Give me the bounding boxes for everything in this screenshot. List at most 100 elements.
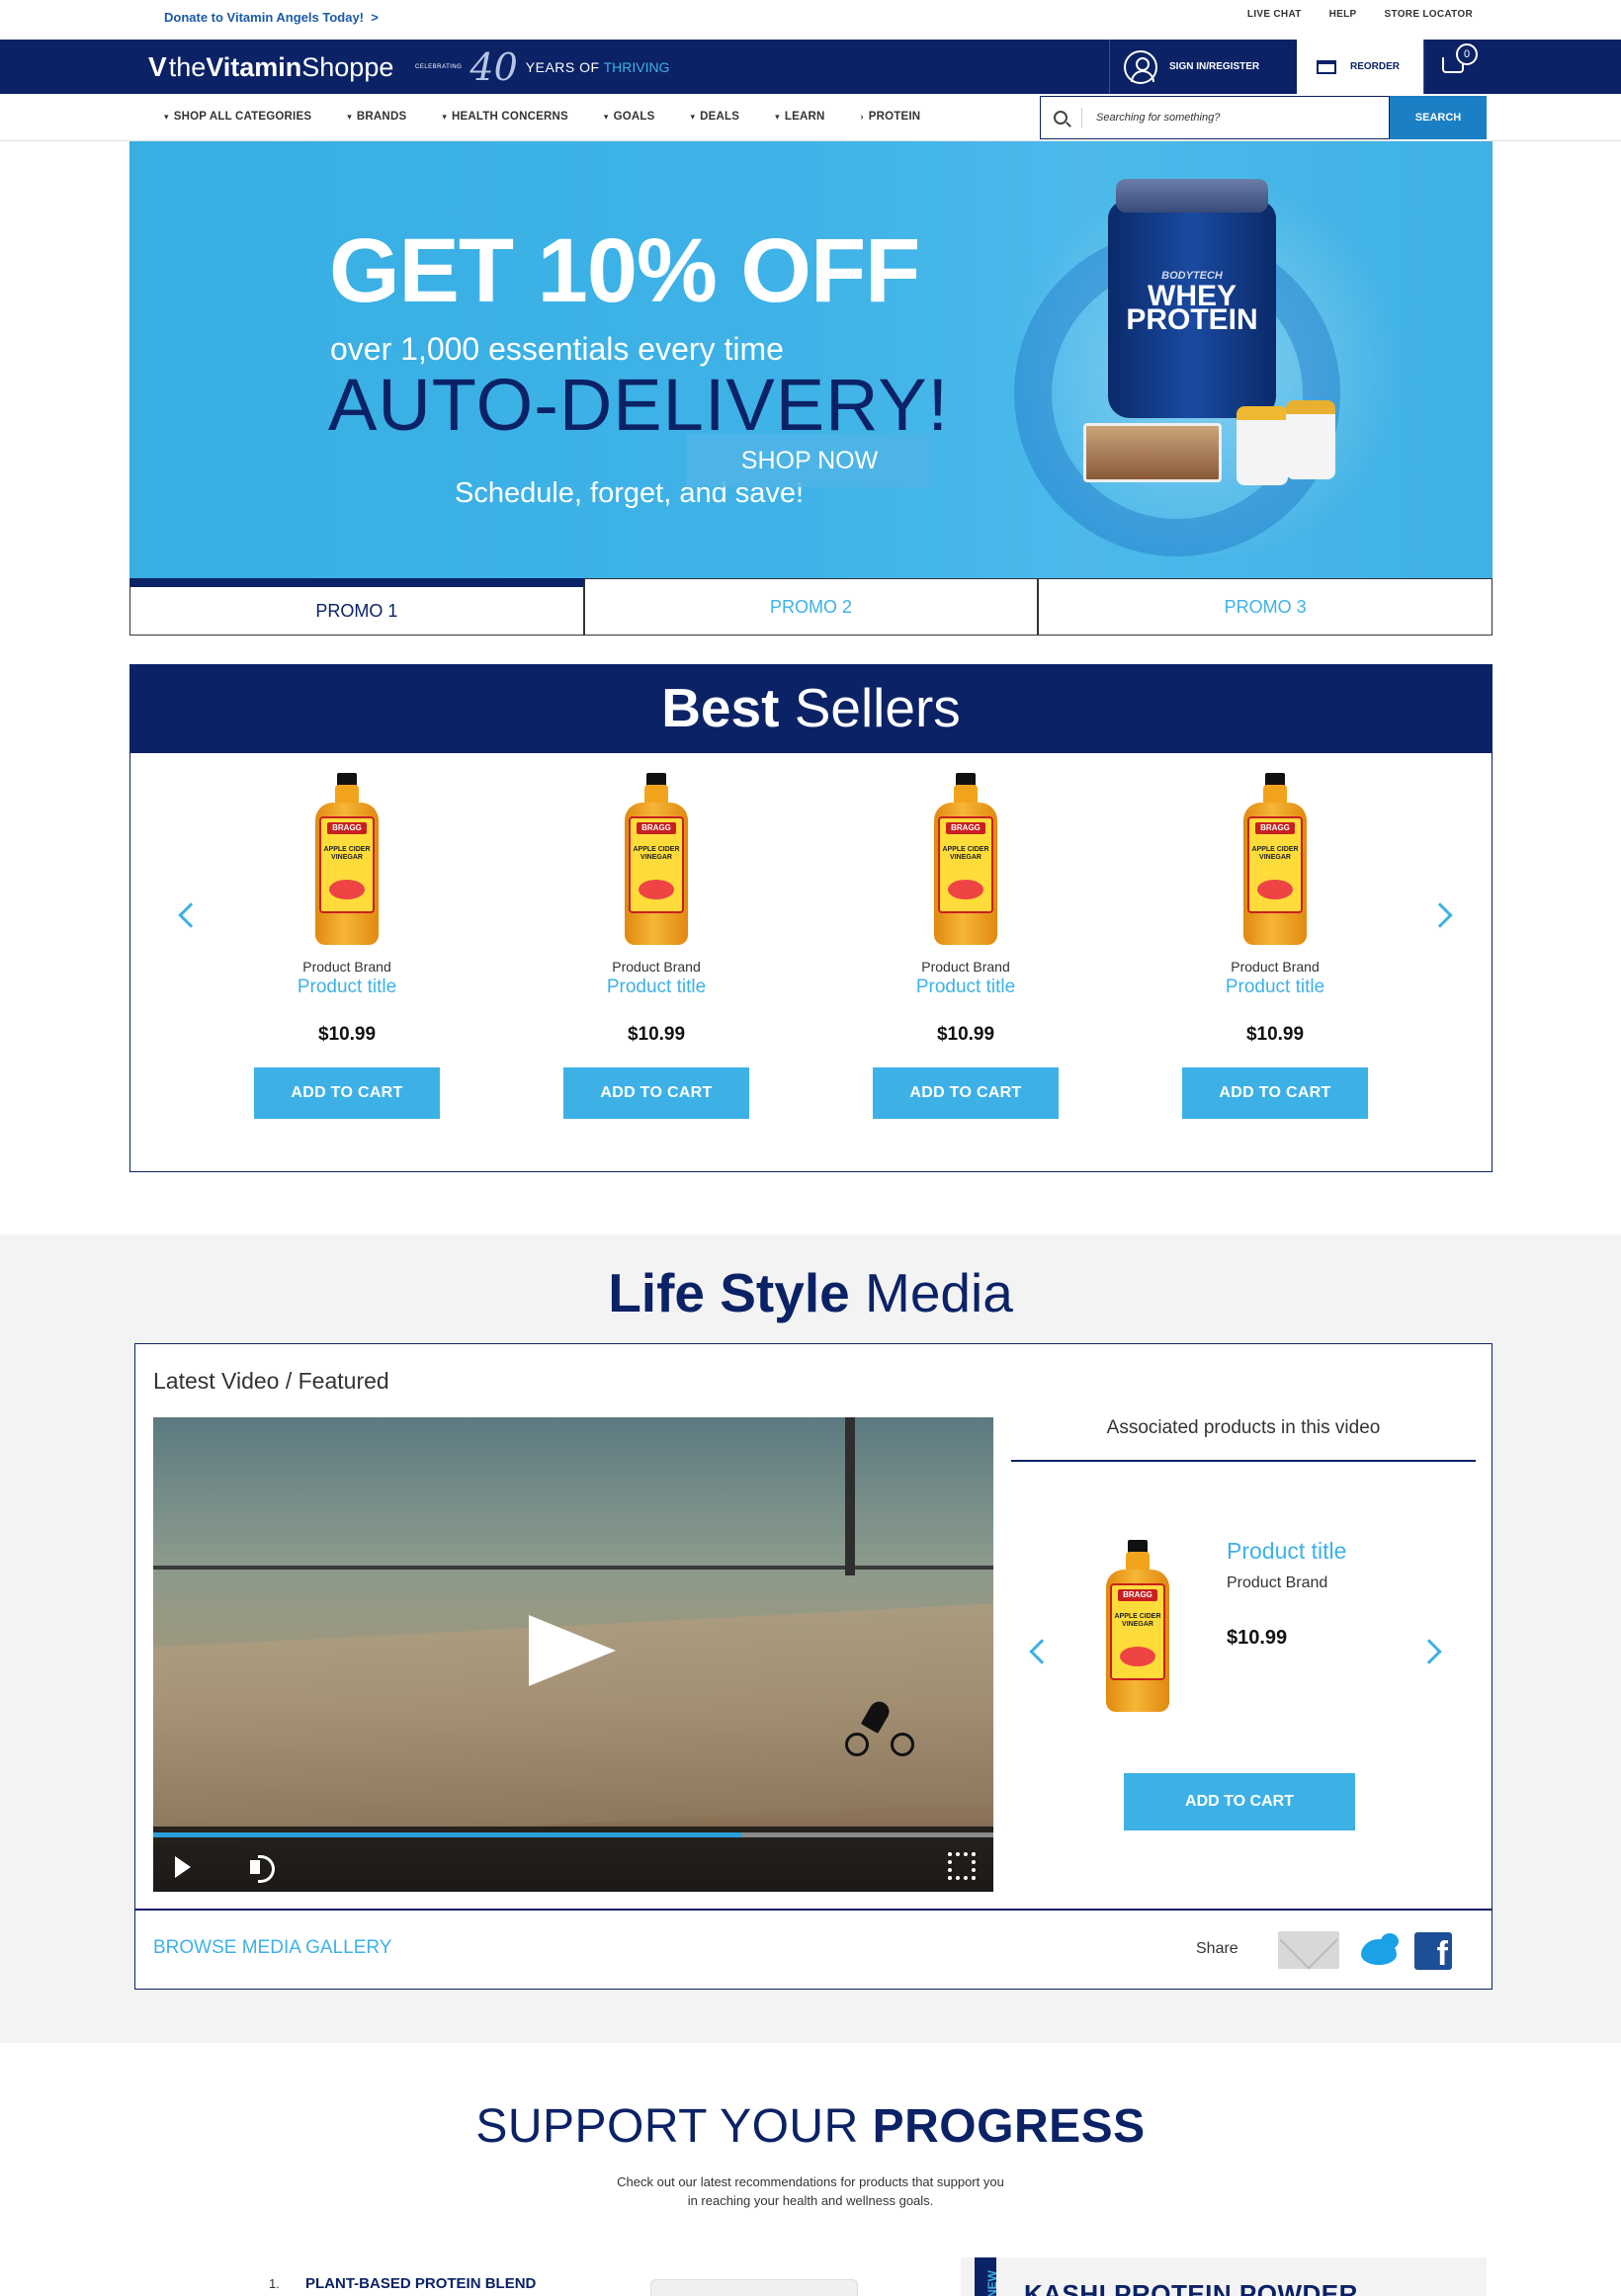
video-add-to-cart-button[interactable]: ADD TO CART bbox=[1124, 1773, 1355, 1830]
carousel-prev-arrow-icon[interactable] bbox=[178, 902, 204, 928]
tab-promo-2[interactable]: PROMO 2 bbox=[583, 578, 1039, 636]
live-chat-link[interactable]: LIVE CHAT bbox=[1247, 9, 1302, 20]
video-product-price: $10.99 bbox=[1227, 1627, 1288, 1649]
add-to-cart-button[interactable]: ADD TO CART bbox=[254, 1067, 440, 1119]
bottle-seal bbox=[329, 880, 365, 899]
featured-product-card[interactable]: NEW KASHI PROTEIN POWDER bbox=[961, 2257, 1487, 2296]
product-title[interactable]: Product title bbox=[248, 977, 446, 998]
browse-media-gallery-link[interactable]: BROWSE MEDIA GALLERY bbox=[153, 1937, 391, 1959]
cyclist-figure bbox=[845, 1698, 916, 1756]
bottle-label: BRAGG APPLE CIDER VINEGAR bbox=[1247, 816, 1303, 913]
nav-item-shop-all[interactable]: ▾ SHOP ALL CATEGORIES bbox=[164, 111, 311, 123]
add-to-cart-button[interactable]: ADD TO CART bbox=[873, 1067, 1059, 1119]
product-card[interactable]: BRAGG APPLE CIDER VINEGAR Product Brand P… bbox=[248, 773, 446, 1119]
cart-count-badge: 0 bbox=[1456, 43, 1478, 65]
tab-promo-1[interactable]: PROMO 1 bbox=[129, 578, 584, 636]
video-frame-pole bbox=[845, 1417, 855, 1575]
video-product-image: BRAGG APPLE CIDER VINEGAR bbox=[1106, 1540, 1169, 1712]
search-icon bbox=[1054, 111, 1067, 125]
big-play-icon[interactable] bbox=[529, 1615, 616, 1686]
reorder-label: REORDER bbox=[1350, 61, 1401, 72]
product-brand: Product Brand bbox=[302, 959, 391, 975]
chevron-down-icon: ▾ bbox=[603, 111, 609, 122]
product-image: BRAGG APPLE CIDER VINEGAR bbox=[934, 773, 997, 945]
product-title[interactable]: Product title bbox=[1176, 977, 1374, 998]
nav-item-deals[interactable]: ▾ DEALS bbox=[690, 111, 739, 123]
product-card[interactable]: BRAGG APPLE CIDER VINEGAR Product Brand P… bbox=[867, 773, 1065, 1119]
bottle-brand: BRAGG bbox=[637, 822, 676, 834]
video-product-title[interactable]: Product title bbox=[1227, 1538, 1346, 1565]
bottle-seal bbox=[1120, 1647, 1155, 1666]
product-title[interactable]: Product title bbox=[867, 977, 1065, 998]
email-share-icon[interactable] bbox=[1278, 1931, 1339, 1969]
bottle-label: BRAGG APPLE CIDER VINEGAR bbox=[319, 816, 375, 913]
hero-subline: over 1,000 essentials every time bbox=[330, 331, 784, 367]
supplement-bottle-image bbox=[1286, 400, 1335, 479]
carousel-next-arrow-icon[interactable] bbox=[1427, 902, 1453, 928]
store-locator-link[interactable]: STORE LOCATOR bbox=[1385, 9, 1473, 20]
hero-title: AUTO-DELIVERY! bbox=[328, 364, 950, 446]
hero-banner[interactable]: BODYTECH WHEY PROTEIN GET 10% OFF over 1… bbox=[129, 141, 1493, 578]
product-price: $10.99 bbox=[936, 1024, 995, 1045]
tab-promo-3[interactable]: PROMO 3 bbox=[1038, 578, 1493, 636]
donate-link[interactable]: Donate to Vitamin Angels Today! > bbox=[164, 10, 379, 25]
video-progress-bar[interactable] bbox=[153, 1832, 993, 1837]
product-image: BRAGG APPLE CIDER VINEGAR bbox=[315, 773, 379, 945]
nav-item-learn[interactable]: ▾ LEARN bbox=[775, 111, 824, 123]
chevron-down-icon: ▾ bbox=[442, 111, 448, 122]
facebook-share-icon[interactable]: f bbox=[1414, 1932, 1452, 1970]
lifestyle-title-bold: Life Style bbox=[608, 1262, 850, 1323]
nav-item-brands[interactable]: ▾ BRANDS bbox=[347, 111, 406, 123]
search-button[interactable]: SEARCH bbox=[1390, 96, 1487, 139]
product-price: $10.99 bbox=[317, 1024, 377, 1045]
product-card[interactable]: BRAGG APPLE CIDER VINEGAR Product Brand P… bbox=[557, 773, 755, 1119]
bike-wheel bbox=[845, 1733, 869, 1756]
twitter-bird-head bbox=[1381, 1933, 1399, 1949]
add-to-cart-button[interactable]: ADD TO CART bbox=[563, 1067, 749, 1119]
product-brand: Product Brand bbox=[921, 959, 1010, 975]
volume-icon[interactable] bbox=[250, 1854, 278, 1883]
logo-v-mark: V bbox=[148, 51, 167, 82]
bottle-product-name: APPLE CIDER VINEGAR bbox=[1251, 846, 1299, 861]
nav-label: DEALS bbox=[700, 111, 740, 123]
sign-in-button[interactable]: SIGN IN/REGISTER bbox=[1109, 40, 1297, 94]
bottle-brand: BRAGG bbox=[1118, 1589, 1157, 1601]
product-price: $10.99 bbox=[627, 1024, 686, 1045]
product-card[interactable]: BRAGG APPLE CIDER VINEGAR Product Brand P… bbox=[1176, 773, 1374, 1119]
shop-now-button[interactable]: SHOP NOW bbox=[686, 434, 933, 487]
recommendation-label: PLANT-BASED PROTEIN BLEND bbox=[305, 2275, 537, 2292]
best-sellers-carousel: BRAGG APPLE CIDER VINEGAR Product Brand P… bbox=[129, 753, 1493, 1172]
product-brand: Product Brand bbox=[612, 959, 701, 975]
utility-bar: Donate to Vitamin Angels Today! > LIVE C… bbox=[0, 0, 1621, 40]
nav-item-protein[interactable]: › PROTEIN bbox=[861, 111, 921, 123]
protein-bars-image bbox=[1083, 423, 1222, 482]
search-input[interactable] bbox=[1096, 112, 1383, 124]
best-sellers-title-bold: Best bbox=[661, 677, 780, 738]
utility-links: LIVE CHAT HELP STORE LOCATOR bbox=[1247, 9, 1473, 20]
reorder-button[interactable]: REORDER bbox=[1297, 40, 1423, 94]
associated-divider bbox=[1011, 1460, 1476, 1462]
recommendation-list-item[interactable]: 1. PLANT-BASED PROTEIN BLEND bbox=[269, 2275, 536, 2292]
fullscreen-icon[interactable] bbox=[948, 1852, 976, 1880]
site-logo[interactable]: V the Vitamin Shoppe bbox=[148, 51, 393, 83]
video-product-next-arrow-icon[interactable] bbox=[1416, 1639, 1442, 1664]
logo-vitamin: Vitamin bbox=[206, 51, 302, 82]
celebrating-text: CELEBRATING bbox=[415, 64, 463, 70]
video-product-prev-arrow-icon[interactable] bbox=[1029, 1639, 1055, 1664]
bottle-brand: BRAGG bbox=[327, 822, 367, 834]
bottle-product-name: APPLE CIDER VINEGAR bbox=[323, 846, 371, 861]
help-link[interactable]: HELP bbox=[1329, 9, 1357, 20]
nav-item-health-concerns[interactable]: ▾ HEALTH CONCERNS bbox=[442, 111, 568, 123]
add-to-cart-button[interactable]: ADD TO CART bbox=[1182, 1067, 1368, 1119]
play-icon[interactable] bbox=[175, 1856, 191, 1878]
associated-products-label: Associated products in this video bbox=[1106, 1417, 1381, 1438]
product-title[interactable]: Product title bbox=[557, 977, 755, 998]
bottle-seal bbox=[639, 880, 674, 899]
cart-button[interactable]: 0 bbox=[1423, 40, 1487, 94]
product-image: BRAGG APPLE CIDER VINEGAR bbox=[1243, 773, 1307, 945]
search-divider bbox=[1081, 108, 1082, 128]
video-player[interactable] bbox=[153, 1417, 993, 1892]
chevron-down-icon: ▾ bbox=[690, 111, 696, 122]
nav-item-goals[interactable]: ▾ GOALS bbox=[604, 111, 655, 123]
twitter-share-icon[interactable] bbox=[1355, 1929, 1401, 1969]
